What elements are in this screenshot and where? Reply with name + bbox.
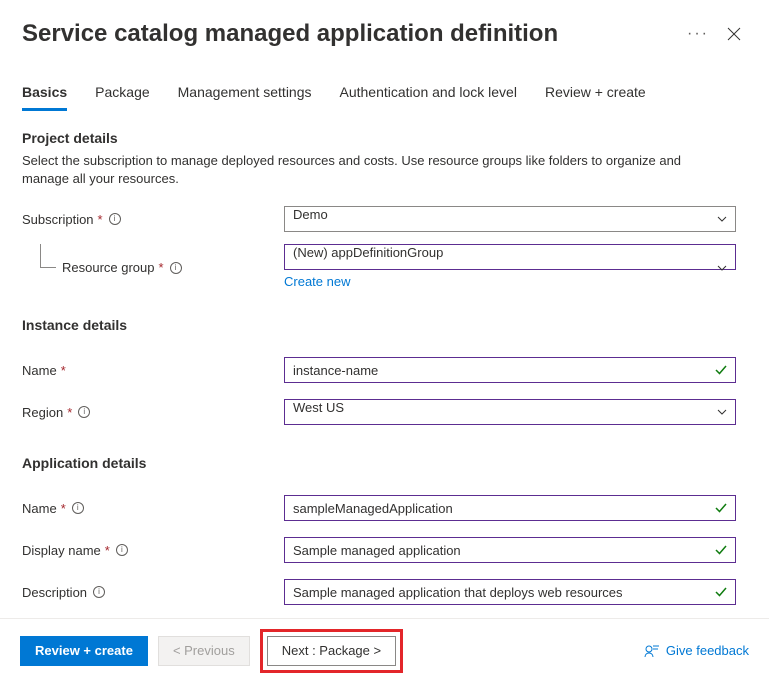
tab-management-settings[interactable]: Management settings (178, 84, 312, 111)
connector-line (40, 244, 56, 268)
info-icon[interactable]: i (170, 262, 182, 274)
resource-group-select[interactable]: (New) appDefinitionGroup (284, 244, 736, 270)
info-icon[interactable]: i (93, 586, 105, 598)
instance-name-input[interactable] (284, 357, 736, 383)
tab-review-create[interactable]: Review + create (545, 84, 646, 111)
previous-button: < Previous (158, 636, 250, 666)
region-label: Region (22, 405, 63, 420)
next-package-button[interactable]: Next : Package > (267, 636, 396, 666)
description-label: Description (22, 585, 87, 600)
resource-group-label: Resource group (62, 260, 155, 275)
display-name-label: Display name (22, 543, 101, 558)
create-new-link[interactable]: Create new (284, 274, 350, 289)
instance-details-heading: Instance details (22, 317, 747, 333)
required-asterisk: * (61, 501, 66, 516)
more-icon[interactable]: ··· (675, 25, 721, 43)
required-asterisk: * (159, 260, 164, 275)
tab-package[interactable]: Package (95, 84, 149, 111)
tab-authentication[interactable]: Authentication and lock level (340, 84, 517, 111)
give-feedback-link[interactable]: Give feedback (644, 643, 749, 659)
tab-basics[interactable]: Basics (22, 84, 67, 111)
review-create-button[interactable]: Review + create (20, 636, 148, 666)
info-icon[interactable]: i (78, 406, 90, 418)
display-name-input[interactable] (284, 537, 736, 563)
subscription-select[interactable]: Demo (284, 206, 736, 232)
tabs: Basics Package Management settings Authe… (0, 48, 769, 112)
info-icon[interactable]: i (116, 544, 128, 556)
required-asterisk: * (98, 212, 103, 227)
page-title: Service catalog managed application defi… (22, 20, 675, 48)
region-select[interactable]: West US (284, 399, 736, 425)
instance-name-label: Name (22, 363, 57, 378)
app-name-input[interactable] (284, 495, 736, 521)
info-icon[interactable]: i (72, 502, 84, 514)
project-details-heading: Project details (22, 130, 747, 146)
highlight-box: Next : Package > (260, 629, 403, 673)
app-name-label: Name (22, 501, 57, 516)
subscription-label: Subscription (22, 212, 94, 227)
close-icon[interactable] (721, 21, 747, 47)
application-details-heading: Application details (22, 455, 747, 471)
info-icon[interactable]: i (109, 213, 121, 225)
required-asterisk: * (61, 363, 66, 378)
required-asterisk: * (105, 543, 110, 558)
give-feedback-label: Give feedback (666, 643, 749, 658)
description-input[interactable] (284, 579, 736, 605)
required-asterisk: * (67, 405, 72, 420)
project-details-desc: Select the subscription to manage deploy… (22, 152, 722, 188)
footer: Review + create < Previous Next : Packag… (0, 618, 769, 682)
feedback-icon (644, 643, 660, 659)
